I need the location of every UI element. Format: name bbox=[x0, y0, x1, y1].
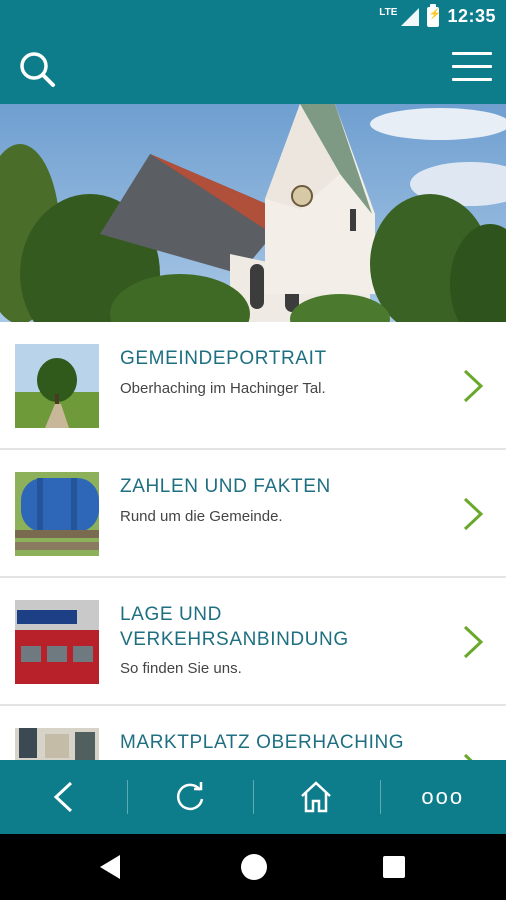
item-title: LAGE UND VERKEHRSANBINDUNG bbox=[120, 604, 349, 650]
tree-landscape-thumbnail bbox=[15, 344, 99, 428]
bottom-toolbar: ooo bbox=[0, 760, 506, 834]
system-recent-apps-icon[interactable] bbox=[383, 856, 405, 878]
reload-button[interactable] bbox=[126, 760, 254, 834]
system-home-icon[interactable] bbox=[241, 854, 267, 880]
chevron-right-icon bbox=[463, 625, 484, 659]
clock: 12:35 bbox=[447, 6, 496, 26]
network-type: LTE bbox=[379, 7, 398, 18]
more-dots-icon: ooo bbox=[421, 784, 465, 809]
item-subtitle: Rund um die Gemeinde. bbox=[120, 508, 283, 525]
more-button[interactable]: ooo bbox=[379, 760, 506, 834]
chevron-right-icon bbox=[463, 369, 484, 403]
blue-barrel-thumbnail bbox=[15, 472, 99, 556]
list-item[interactable]: ZAHLEN UND FAKTEN Rund um die Gemeinde. bbox=[0, 450, 506, 578]
back-button[interactable] bbox=[0, 760, 127, 834]
system-navigation-bar bbox=[0, 834, 506, 900]
list-item[interactable]: LAGE UND VERKEHRSANBINDUNG So finden Sie… bbox=[0, 578, 506, 706]
back-arrow-icon bbox=[54, 781, 73, 813]
search-icon bbox=[20, 52, 55, 87]
app-bar bbox=[0, 36, 506, 104]
marketplace-thumbnail bbox=[15, 728, 99, 760]
item-title: GEMEINDEPORTRAIT bbox=[120, 348, 327, 369]
hero-image bbox=[0, 104, 506, 322]
list-item[interactable]: GEMEINDEPORTRAIT Oberhaching im Hachinge… bbox=[0, 322, 506, 450]
hamburger-menu-icon bbox=[452, 52, 492, 55]
item-subtitle: So finden Sie uns. bbox=[120, 660, 242, 677]
signal-icon bbox=[401, 7, 420, 26]
home-icon bbox=[301, 781, 332, 813]
list-item[interactable]: MARKTPLATZ OBERHACHING bbox=[0, 706, 506, 760]
chevron-right-icon bbox=[463, 753, 473, 760]
item-title: MARKTPLATZ OBERHACHING bbox=[120, 732, 405, 753]
battery-charging-icon bbox=[427, 3, 441, 27]
system-back-icon[interactable] bbox=[100, 855, 120, 879]
home-button[interactable] bbox=[253, 760, 380, 834]
menu-button[interactable] bbox=[452, 52, 492, 88]
status-bar: LTE 12:35 bbox=[0, 0, 506, 36]
content-list: GEMEINDEPORTRAIT Oberhaching im Hachinge… bbox=[0, 322, 506, 760]
train-station-thumbnail bbox=[15, 600, 99, 684]
reload-icon bbox=[176, 782, 203, 811]
search-button[interactable] bbox=[18, 50, 58, 90]
item-subtitle: Oberhaching im Hachinger Tal. bbox=[120, 380, 326, 397]
status-icons: LTE 12:35 bbox=[379, 3, 496, 27]
item-title: ZAHLEN UND FAKTEN bbox=[120, 476, 331, 497]
church-photo bbox=[0, 104, 506, 322]
chevron-right-icon bbox=[463, 497, 484, 531]
